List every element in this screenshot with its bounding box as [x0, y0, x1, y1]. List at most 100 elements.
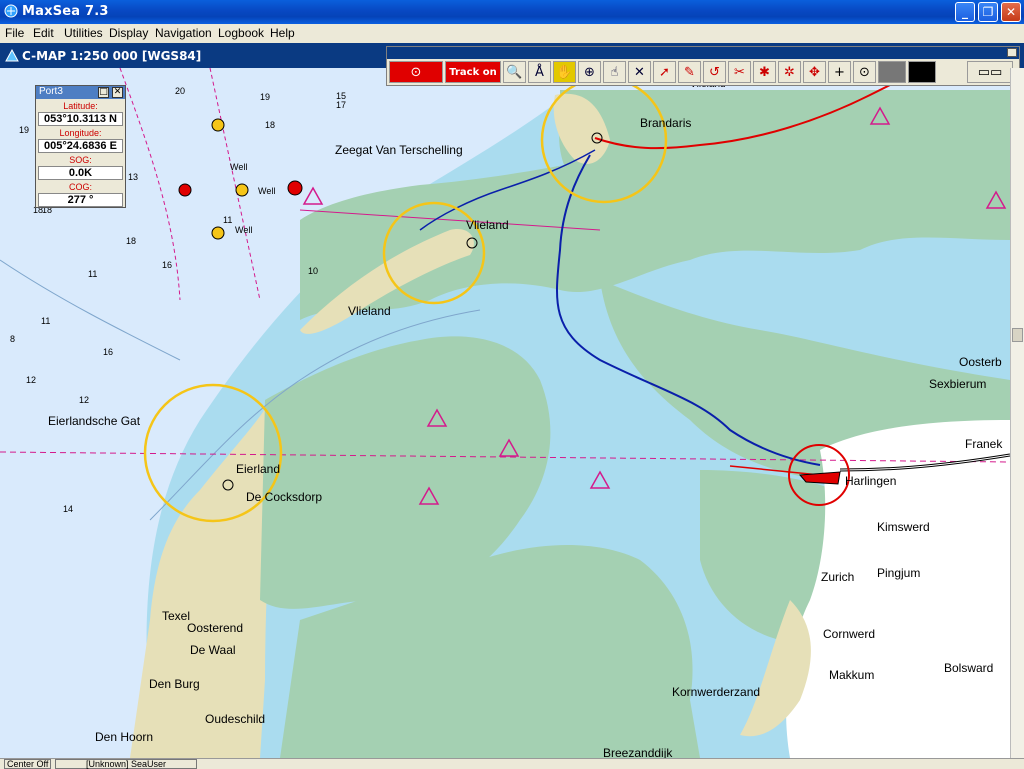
longitude-label: Longitude: [59, 128, 102, 138]
depth-sounding: 11 [41, 316, 51, 326]
toolbar-caption [387, 47, 1019, 59]
waypoint-icon[interactable]: ✲ [778, 61, 801, 83]
scissors-icon[interactable]: ✂ [728, 61, 751, 83]
nautical-chart[interactable]: Brandaris Zeegat Van Terschelling Vliela… [0, 68, 1010, 758]
port-window: Port3 □ ✕ Latitude: 053°10.3113 N Longit… [35, 85, 126, 208]
place-label: Franek [965, 437, 1003, 451]
place-label: Eierlandsche Gat [48, 414, 141, 428]
buoy-icon [178, 183, 192, 197]
plus-icon[interactable]: + [828, 61, 851, 83]
sog-label: SOG: [69, 155, 92, 165]
port-window-header: Port3 □ ✕ [36, 86, 125, 99]
port-window-maximize-button[interactable]: □ [98, 87, 109, 98]
zoom-icon[interactable]: 🔍 [503, 61, 526, 83]
hand-icon[interactable]: ☝ [603, 61, 626, 83]
longitude-value: 005°24.6836 E [38, 139, 123, 153]
depth-sounding: 15 [336, 91, 347, 101]
chart-toolbar: ⊙ Track on 🔍 Å ✋ ⊕ ☝ ✕ ➚ ✎ ↺ ✂ ✱ ✲ ✥ + ⊙… [386, 46, 1020, 86]
sog-value: 0.0K [38, 166, 123, 180]
place-label: Vlieland [348, 304, 391, 318]
menu-file[interactable]: File [5, 26, 24, 40]
chart-canvas [0, 68, 1010, 758]
buoy-icon [211, 226, 225, 240]
measure-icon[interactable]: ✕ [628, 61, 651, 83]
maximize-button[interactable]: ❐ [978, 2, 998, 22]
crosshair-icon[interactable]: ⊕ [578, 61, 601, 83]
depth-sounding: 12 [26, 375, 37, 385]
depth-sounding: 19 [19, 125, 30, 135]
place-label: De Waal [190, 643, 236, 657]
port-window-close-button[interactable]: ✕ [112, 87, 123, 98]
menu-display[interactable]: Display [109, 26, 148, 40]
buoy-icon [287, 180, 303, 196]
color-swatch-gray[interactable] [878, 61, 906, 83]
place-label: Oosterend [187, 621, 244, 635]
menu-help[interactable]: Help [270, 26, 295, 40]
track-on-button[interactable]: Track on [445, 61, 501, 83]
compass-icon[interactable]: Å [528, 61, 551, 83]
port-window-title: Port3 [39, 86, 63, 97]
depth-sounding: 18 [265, 120, 276, 130]
menu-logbook[interactable]: Logbook [218, 26, 264, 40]
depth-sounding: 16 [103, 347, 114, 357]
depth-sounding: 8 [10, 334, 16, 344]
minimize-button[interactable]: _ [955, 2, 975, 22]
move-icon[interactable]: ✥ [803, 61, 826, 83]
chart-icon [5, 49, 19, 62]
toolbar-close-button[interactable] [1007, 48, 1017, 57]
buoy-label: Well [235, 225, 253, 235]
title-bar: MaxSea 7.3 _ ❐ ✕ [0, 0, 1024, 24]
place-label: Zeegat Van Terschelling [335, 143, 463, 157]
target-button[interactable]: ⊙ [389, 61, 443, 83]
place-label: Den Hoorn [95, 730, 154, 744]
place-label: Bolsward [944, 661, 994, 675]
depth-sounding: 16 [162, 260, 173, 270]
scrollbar-thumb[interactable] [1012, 328, 1023, 342]
place-label: Texel [162, 609, 191, 623]
menu-bar: File Edit Utilities Display Navigation L… [0, 24, 1024, 43]
place-label: Cornwerd [823, 627, 876, 641]
place-label: Oudeschild [205, 712, 266, 726]
route-edit-icon[interactable]: ✱ [753, 61, 776, 83]
depth-sounding: 11 [88, 269, 98, 279]
depth-sounding: 18 [126, 236, 137, 246]
menu-navigation[interactable]: Navigation [155, 26, 212, 40]
place-label: Breezanddijk [603, 746, 673, 758]
depth-sounding: 20 [175, 86, 186, 96]
chart-scale-label: C-MAP 1:250 000 [WGS84] [22, 49, 202, 63]
buoy-label: Well [230, 162, 248, 172]
depth-sounding: 17 [336, 100, 347, 110]
pan-hand-icon[interactable]: ✋ [553, 61, 576, 83]
route-line [209, 68, 261, 301]
place-label: Kornwerderzand [672, 685, 761, 699]
pencil-icon[interactable]: ✎ [678, 61, 701, 83]
center-icon[interactable]: ⊙ [853, 61, 876, 83]
caution-icon [302, 186, 324, 205]
buoy-icon [235, 183, 249, 197]
rotate-icon[interactable]: ↺ [703, 61, 726, 83]
color-swatch-black[interactable] [908, 61, 936, 83]
close-button[interactable]: ✕ [1001, 2, 1021, 22]
place-label: Den Burg [149, 677, 200, 691]
depth-sounding: 10 [308, 266, 319, 276]
app-icon [4, 4, 18, 18]
place-label: Vlieland [466, 218, 509, 232]
menu-utilities[interactable]: Utilities [64, 26, 103, 40]
place-label: Brandaris [640, 116, 692, 130]
place-label: Zurich [821, 570, 855, 584]
buoy-label: Well [258, 186, 276, 196]
depth-sounding: 11 [223, 215, 233, 225]
latitude-value: 053°10.3113 N [38, 112, 123, 126]
window-title: MaxSea 7.3 [22, 4, 109, 19]
depth-sounding: 19 [260, 92, 271, 102]
pointer-icon[interactable]: ➚ [653, 61, 676, 83]
depth-sounding: 12 [79, 395, 90, 405]
vertical-scrollbar[interactable] [1010, 68, 1024, 758]
layout-icon[interactable]: ▭▭ [967, 61, 1013, 83]
place-label: Sexbierum [929, 377, 987, 391]
menu-edit[interactable]: Edit [33, 26, 54, 40]
depth-sounding: 14 [63, 504, 74, 514]
place-label: Oosterb [959, 355, 1002, 369]
cog-value: 277 ° [38, 193, 123, 207]
buoy-icon [211, 118, 225, 132]
